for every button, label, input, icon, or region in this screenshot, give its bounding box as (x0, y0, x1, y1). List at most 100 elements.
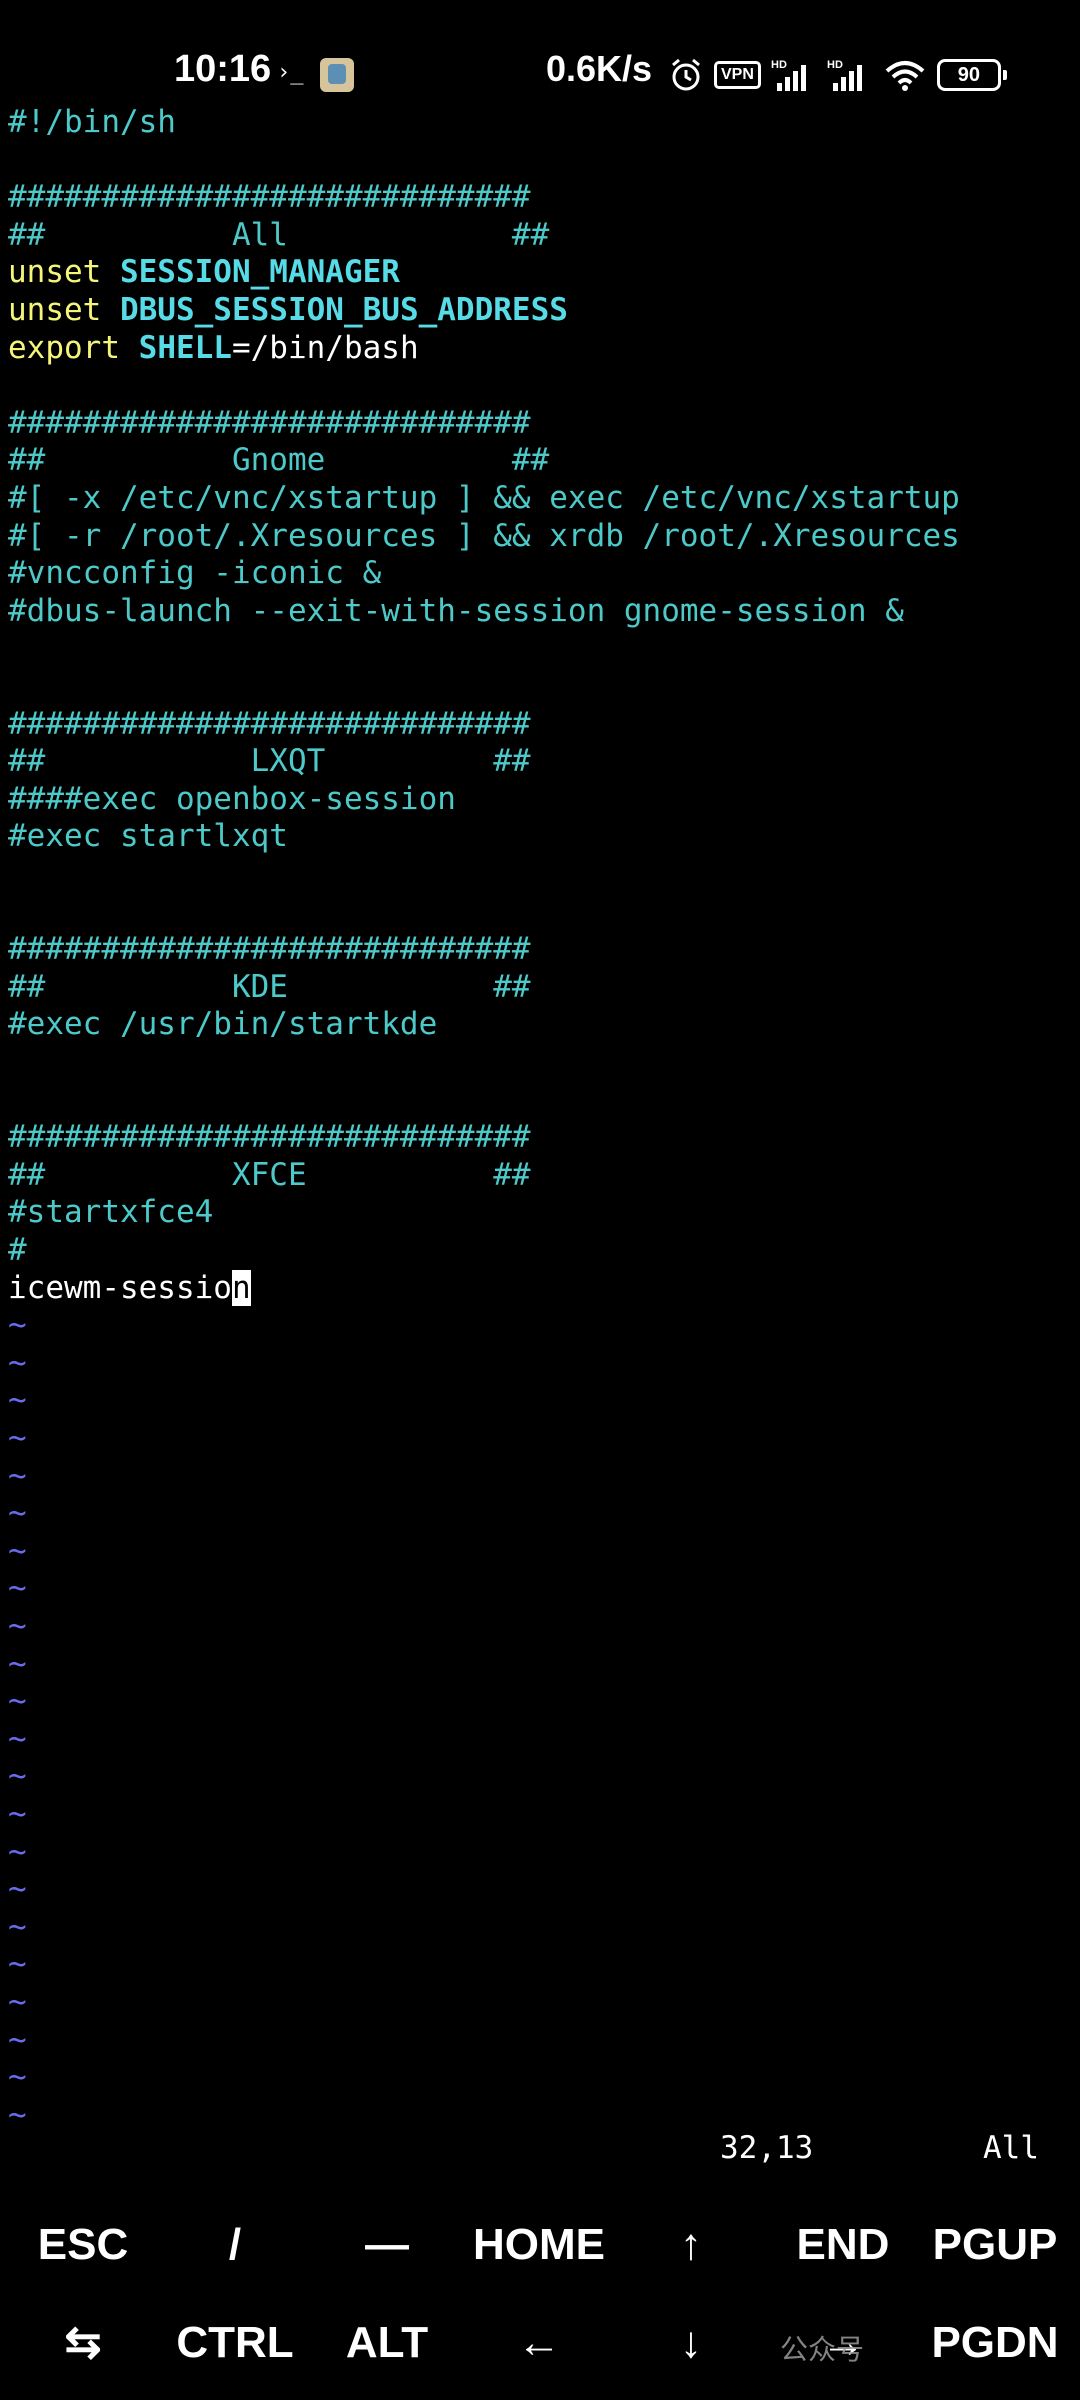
editor-line: ## KDE ## (8, 969, 531, 1006)
empty-line-marker: ~ (8, 1608, 27, 1644)
code-token: ## Gnome ## (8, 442, 550, 479)
editor-line: # (8, 1232, 27, 1269)
ctrl-key[interactable]: CTRL (160, 2298, 310, 2388)
empty-line-marker: ~ (8, 1758, 27, 1795)
editor-line: icewm-session (8, 1269, 251, 1307)
code-token: #startxfce4 (8, 1194, 214, 1231)
code-token: # (8, 1232, 27, 1268)
empty-line-marker: ~ (8, 1833, 27, 1870)
editor-line: #startxfce4 (8, 1194, 213, 1231)
editor-line: ## All ## (8, 217, 549, 254)
code-token: SHELL (138, 329, 232, 366)
editor-line: ############################ (8, 179, 531, 216)
empty-line-marker: ~ (8, 2096, 27, 2133)
code-token: #!/bin/sh (8, 104, 176, 140)
code-token: #exec startlxqt (8, 818, 288, 855)
hd-signal-2-icon: HD (827, 59, 862, 91)
code-token: ############################ (8, 705, 531, 742)
left-arrow-key[interactable]: ← (464, 2298, 614, 2388)
vpn-icon: VPN (714, 61, 761, 89)
editor-line: unset SESSION_MANAGER (8, 254, 400, 291)
code-token: ## KDE ## (8, 968, 531, 1005)
code-token: unset (8, 254, 120, 291)
tab-key[interactable]: ⇆ (8, 2298, 158, 2388)
empty-line-marker: ~ (8, 1495, 27, 1532)
empty-line-marker: ~ (8, 1570, 27, 1607)
empty-line-marker: ~ (8, 1457, 27, 1494)
code-token: ## XFCE ## (8, 1156, 531, 1193)
up-arrow-key[interactable]: ↑ (616, 2200, 766, 2290)
extra-keys-bar: ESC / — HOME ↑ END PGUP ⇆ CTRL ALT ← ↓ →… (0, 2200, 1080, 2400)
code-token: unset (8, 292, 120, 328)
code-token: export (8, 329, 139, 366)
home-key[interactable]: HOME (464, 2200, 614, 2290)
code-token: #exec /usr/bin/startkde (8, 1006, 438, 1043)
text-cursor: n (231, 1269, 251, 1306)
code-token: #[ -x /etc/vnc/xstartup ] && exec /etc/v… (8, 480, 960, 516)
empty-line-marker: ~ (8, 1683, 27, 1720)
code-token: ## All ## (8, 216, 550, 253)
empty-line-marker: ~ (8, 1532, 27, 1569)
clock: 10:16 (174, 48, 272, 90)
editor-line: #exec startlxqt (8, 818, 288, 855)
scroll-scope: All (983, 2130, 1039, 2166)
alt-key[interactable]: ALT (312, 2298, 462, 2388)
battery-icon: 90 (936, 59, 1007, 91)
editor-line: #[ -r /root/.Xresources ] && xrdb /root/… (8, 518, 960, 555)
pgdn-key[interactable]: PGDN (920, 2298, 1070, 2388)
hd-signal-1-icon: HD (771, 59, 806, 91)
editor-line: ## LXQT ## (8, 743, 531, 780)
end-key[interactable]: END (768, 2200, 918, 2290)
editor-line: ############################ (8, 1119, 531, 1156)
status-icons: VPN HD HD 90 (668, 55, 1007, 95)
dash-key[interactable]: — (312, 2200, 462, 2290)
down-arrow-key[interactable]: ↓ (616, 2298, 766, 2388)
code-token: ############################ (8, 931, 531, 968)
empty-line-marker: ~ (8, 1796, 27, 1832)
code-token: SESSION_MANAGER (119, 254, 400, 291)
code-token: icewm-sessio (8, 1269, 232, 1306)
code-token: ############################ (8, 179, 531, 216)
code-token: ## LXQT ## (8, 743, 531, 780)
watermark: 公众号 (780, 2333, 865, 2366)
pgup-key[interactable]: PGUP (920, 2200, 1070, 2290)
alarm-icon (672, 58, 700, 91)
code-token: DBUS_SESSION_BUS_ADDRESS (119, 292, 568, 328)
editor-line: unset DBUS_SESSION_BUS_ADDRESS (8, 292, 568, 329)
terminal-notification-icon: ›_ (277, 60, 304, 85)
empty-line-marker: ~ (8, 1307, 27, 1344)
code-token: #[ -r /root/.Xresources ] && xrdb /root/… (8, 517, 960, 554)
empty-line-marker: ~ (8, 1984, 27, 2020)
editor-line: ############################ (8, 931, 531, 968)
code-token: =/bin/bash (231, 329, 419, 366)
editor-line: #exec /usr/bin/startkde (8, 1006, 437, 1043)
editor-line: ## XFCE ## (8, 1157, 531, 1194)
empty-line-marker: ~ (8, 2059, 27, 2096)
svg-text:HD: HD (827, 59, 843, 71)
editor-line: export SHELL=/bin/bash (8, 330, 419, 367)
editor-line: ## Gnome ## (8, 442, 549, 479)
empty-line-marker: ~ (8, 1908, 27, 1945)
editor-line: #[ -x /etc/vnc/xstartup ] && exec /etc/v… (8, 480, 960, 517)
cursor-position: 32,13 (720, 2130, 814, 2166)
empty-line-marker: ~ (8, 1946, 27, 1983)
empty-line-marker: ~ (8, 1645, 27, 1682)
editor-line: #dbus-launch --exit-with-session gnome-s… (8, 593, 904, 630)
empty-line-marker: ~ (8, 1382, 27, 1419)
editor-line: ############################ (8, 405, 531, 442)
svg-text:HD: HD (771, 59, 787, 71)
code-token: ####exec openbox-session (8, 780, 456, 817)
editor-line: ####exec openbox-session (8, 781, 456, 818)
code-token: #dbus-launch --exit-with-session gnome-s… (8, 592, 904, 629)
empty-line-marker: ~ (8, 2021, 27, 2058)
editor-line: #!/bin/sh (8, 104, 176, 141)
empty-line-marker: ~ (8, 1871, 27, 1908)
esc-key[interactable]: ESC (8, 2200, 158, 2290)
editor-line: #vncconfig -iconic & (8, 555, 381, 592)
code-token: ############################ (8, 404, 531, 441)
network-speed: 0.6K/s (546, 48, 653, 89)
empty-line-marker: ~ (8, 1420, 27, 1456)
app-notification-icon (320, 58, 354, 92)
code-token: ############################ (8, 1119, 531, 1156)
slash-key[interactable]: / (160, 2200, 310, 2290)
